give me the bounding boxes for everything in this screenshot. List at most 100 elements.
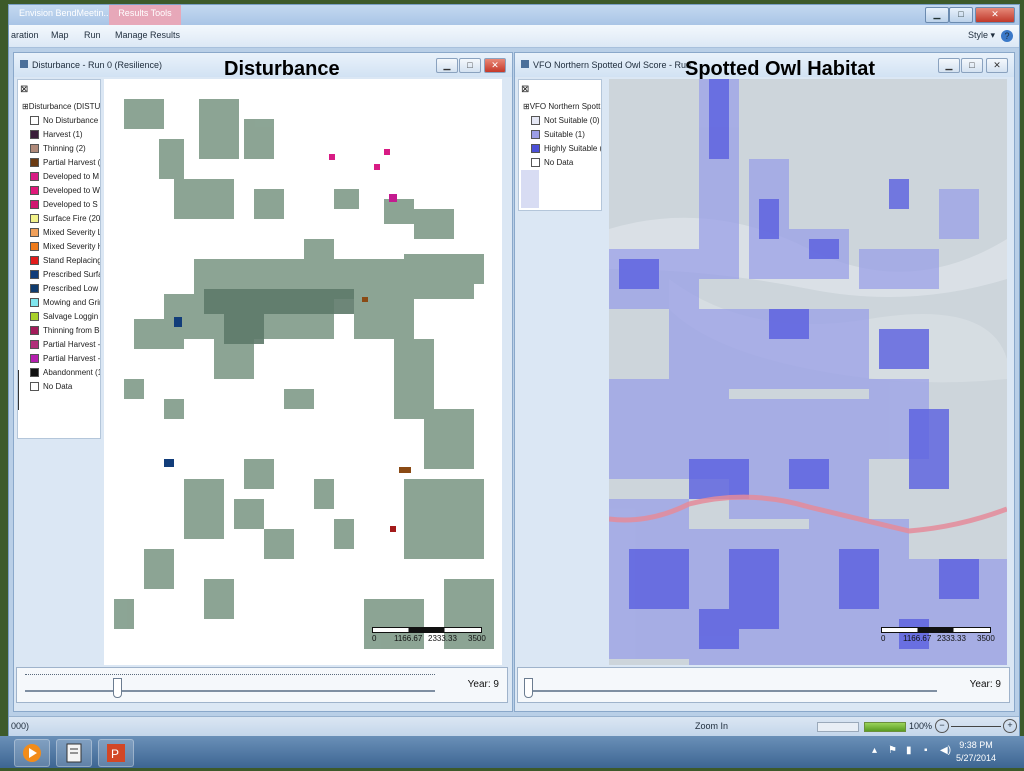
disturbance-legend-item[interactable]: Mixed Severity H xyxy=(30,242,100,254)
owl-window: VFO Northern Spotted Owl Score - Run Spo… xyxy=(514,52,1015,712)
disturbance-legend-item[interactable]: No Disturbance xyxy=(30,116,98,128)
disturbance-legend-item[interactable]: Thinning (2) xyxy=(30,144,86,156)
legend-swatch xyxy=(30,186,39,196)
owl-year-slider-thumb[interactable] xyxy=(524,678,533,698)
menu-bar: aration Map Run Manage Results Style ▾ ? xyxy=(9,25,1019,48)
legend-label: Prescribed Surfa xyxy=(43,270,101,279)
owl-minimize-button[interactable]: ▁ xyxy=(938,58,960,73)
menu-item-manage-results[interactable]: Manage Results xyxy=(115,30,180,40)
slider-ticks xyxy=(25,674,435,679)
disturbance-maximize-button[interactable]: □ xyxy=(459,58,481,73)
disturbance-year-slider[interactable] xyxy=(25,690,435,692)
menu-item-preparation[interactable]: aration xyxy=(11,30,39,40)
disturbance-legend-item[interactable]: Mixed Severity L xyxy=(30,228,101,240)
owl-habitat-map-canvas[interactable] xyxy=(609,79,1007,665)
legend-swatch xyxy=(30,312,39,322)
zoom-slider[interactable] xyxy=(951,726,1001,727)
disturbance-window-title: Disturbance - Run 0 (Resilience) xyxy=(32,60,163,70)
owl-legend: ⊠ ⊞VFO Northern Spott Not Suitable (0) Su… xyxy=(518,79,602,211)
legend-swatch xyxy=(30,340,39,350)
disturbance-legend-item[interactable]: Prescribed Low xyxy=(30,284,98,296)
legend-group-disturbance[interactable]: ⊞Disturbance (DISTU xyxy=(22,102,100,111)
legend-label: Mowing and Grin xyxy=(43,298,101,307)
legend-close-icon[interactable]: ⊠ xyxy=(521,84,529,95)
owl-habitat-map[interactable]: 0 1166.67 2333.33 3500 xyxy=(609,79,1007,665)
disturbance-legend-item[interactable]: Partial Harvest - xyxy=(30,354,100,366)
disturbance-legend-item[interactable]: Salvage Loggin xyxy=(30,312,98,324)
results-tools-tab[interactable]: Results Tools xyxy=(109,5,181,25)
disturbance-map[interactable]: 0 1166.67 2333.33 3500 xyxy=(104,79,502,665)
close-button[interactable]: ✕ xyxy=(975,7,1015,23)
scale-tick-2: 2333.33 xyxy=(937,634,966,643)
scale-tick-0: 0 xyxy=(881,634,886,643)
status-bar: 000) Zoom In 100% − + xyxy=(9,716,1019,737)
owl-legend-item[interactable]: Suitable (1) xyxy=(531,130,585,142)
disturbance-legend-item[interactable]: Surface Fire (20) xyxy=(30,214,100,226)
owl-window-title: VFO Northern Spotted Owl Score - Run xyxy=(533,60,692,70)
disturbance-legend-item[interactable]: Mowing and Grin xyxy=(30,298,101,310)
owl-legend-item[interactable]: No Data xyxy=(531,158,573,170)
legend-label: Mixed Severity L xyxy=(43,228,101,237)
disturbance-legend-item[interactable]: Developed to S xyxy=(30,200,98,212)
network-icon[interactable]: ▮ xyxy=(906,745,912,756)
style-menu[interactable]: Style ▾ xyxy=(968,30,995,41)
menu-item-map[interactable]: Map xyxy=(51,30,69,40)
disturbance-year-label: Year: 9 xyxy=(467,679,499,690)
owl-scale-bar: 0 1166.67 2333.33 3500 xyxy=(881,627,995,643)
disturbance-minimize-button[interactable]: ▁ xyxy=(436,58,458,73)
power-icon[interactable]: ▪ xyxy=(924,745,928,756)
owl-legend-item[interactable]: Highly Suitable ( xyxy=(531,144,601,156)
disturbance-year-slider-thumb[interactable] xyxy=(113,678,122,698)
legend-group-owl[interactable]: ⊞VFO Northern Spott xyxy=(523,102,600,111)
scale-tick-1: 1166.67 xyxy=(903,634,932,643)
disturbance-legend-item[interactable]: Developed to W xyxy=(30,186,100,198)
menu-item-run[interactable]: Run xyxy=(84,30,101,40)
clock-date: 5/27/2014 xyxy=(955,753,996,763)
scale-tick-3: 3500 xyxy=(468,634,486,643)
volume-icon[interactable]: ◀) xyxy=(940,745,951,756)
legend-swatch xyxy=(30,382,39,392)
owl-year-slider[interactable] xyxy=(526,690,937,692)
zoom-in-label: Zoom In xyxy=(695,721,729,731)
legend-swatch xyxy=(30,256,39,266)
disturbance-legend-item[interactable]: No Data xyxy=(30,382,72,394)
owl-close-button[interactable]: ✕ xyxy=(986,58,1008,73)
disturbance-map-canvas[interactable] xyxy=(104,79,502,665)
media-player-taskbar-icon[interactable] xyxy=(14,739,50,767)
disturbance-window-titlebar: Disturbance - Run 0 (Resilience) Disturb… xyxy=(14,53,512,80)
help-icon[interactable]: ? xyxy=(1001,30,1013,42)
disturbance-legend-item[interactable]: Partial Harvest - xyxy=(30,340,100,352)
legend-swatch xyxy=(30,298,39,308)
powerpoint-taskbar-icon[interactable]: P xyxy=(98,739,134,767)
show-hidden-icons[interactable]: ▴ xyxy=(872,745,877,756)
legend-label: Stand Replacing xyxy=(43,256,101,265)
legend-close-icon[interactable]: ⊠ xyxy=(20,84,28,95)
owl-maximize-button[interactable]: □ xyxy=(961,58,983,73)
disturbance-legend-item[interactable]: Harvest (1) xyxy=(30,130,83,142)
maximize-button[interactable]: □ xyxy=(949,7,973,23)
owl-legend-item[interactable]: Not Suitable (0) xyxy=(531,116,600,128)
zoom-value: 100% xyxy=(909,721,933,731)
disturbance-legend-item[interactable]: Partial Harvest ( xyxy=(30,158,100,170)
title-bar: Envision BendMeetin... Results Tools ▁ □… xyxy=(9,5,1019,25)
svg-text:P: P xyxy=(111,747,119,761)
legend-label: Developed to S xyxy=(43,200,98,209)
explorer-taskbar-icon[interactable] xyxy=(56,739,92,767)
legend-swatch xyxy=(30,130,39,140)
disturbance-legend-item[interactable]: Thinning from Be xyxy=(30,326,100,338)
disturbance-legend-item[interactable]: Prescribed Surfa xyxy=(30,270,101,282)
legend-swatch xyxy=(531,130,540,140)
disturbance-legend-item[interactable]: Abandonment (1 xyxy=(30,368,100,380)
disturbance-overlay-title: Disturbance xyxy=(224,58,340,80)
disturbance-year-slider-box: Year: 9 xyxy=(16,667,508,703)
disturbance-legend-item[interactable]: Stand Replacing xyxy=(30,256,101,268)
flag-icon[interactable]: ⚑ xyxy=(888,745,897,756)
zoom-out-icon[interactable]: − xyxy=(935,719,949,733)
disturbance-close-button[interactable]: ✕ xyxy=(484,58,506,73)
legend-swatch xyxy=(30,270,39,280)
zoom-in-icon[interactable]: + xyxy=(1003,719,1017,733)
minimize-button[interactable]: ▁ xyxy=(925,7,949,23)
disturbance-legend-item[interactable]: Developed to M xyxy=(30,172,99,184)
owl-window-titlebar: VFO Northern Spotted Owl Score - Run Spo… xyxy=(515,53,1014,80)
system-clock[interactable]: 9:38 PM 5/27/2014 xyxy=(956,739,996,765)
